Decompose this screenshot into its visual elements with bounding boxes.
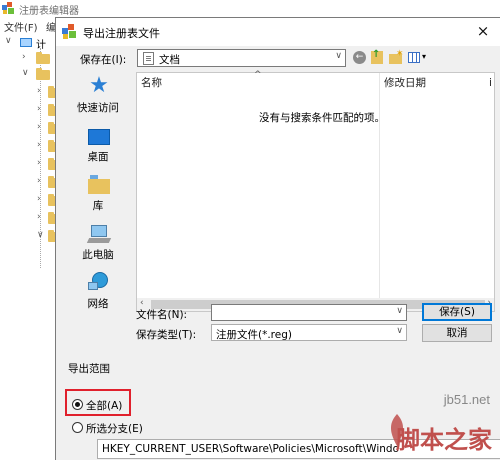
chevron-down-icon: ∨: [335, 51, 342, 61]
sparkle-icon: ✶: [396, 49, 404, 59]
watermark: jb51.net 脚本之家: [384, 392, 496, 456]
place-quick-access[interactable]: ★ 快速访问: [62, 72, 134, 122]
column-type[interactable]: i: [489, 73, 492, 93]
registry-tree: ∨ 计算 › ∨ › › › › › › › › ∨: [0, 34, 62, 460]
network-icon: [88, 272, 110, 292]
regedit-title: 注册表编辑器: [19, 6, 79, 17]
view-menu-button[interactable]: ▾: [407, 49, 429, 67]
place-label: 此电脑: [82, 249, 114, 261]
chevron-right-icon[interactable]: ›: [37, 86, 41, 96]
cancel-button[interactable]: 取消: [422, 324, 492, 342]
tree-node[interactable]: ›: [0, 139, 62, 153]
tree-node[interactable]: ›: [0, 103, 62, 117]
save-button[interactable]: 保存(S): [422, 303, 492, 321]
column-divider: [379, 73, 380, 313]
sort-ascending-icon: ^: [254, 70, 262, 80]
tree-node[interactable]: ›: [0, 157, 62, 171]
radio-button[interactable]: [72, 422, 83, 433]
watermark-url: jb51.net: [443, 392, 490, 407]
file-list[interactable]: 名称 ^ 修改日期 i 没有与搜索条件匹配的项。 ‹ ›: [136, 70, 495, 313]
chevron-right-icon[interactable]: ›: [22, 52, 26, 62]
regedit-menubar: 文件(F) 编: [0, 17, 60, 35]
lookin-value: 文档: [159, 54, 180, 66]
tree-root[interactable]: ∨ 计算: [0, 35, 55, 66]
filename-input[interactable]: ∨: [211, 304, 407, 321]
export-range-title: 导出范围: [68, 363, 110, 375]
place-desktop[interactable]: 桌面: [62, 121, 134, 171]
place-label: 快速访问: [77, 102, 119, 114]
chevron-down-icon[interactable]: ∨: [396, 306, 403, 316]
tree-node[interactable]: ›: [0, 175, 62, 189]
chevron-down-icon[interactable]: ∨: [5, 36, 12, 46]
close-button[interactable]: ×: [472, 20, 494, 42]
tree-node[interactable]: ∨: [0, 67, 55, 81]
column-modified-date[interactable]: 修改日期: [384, 73, 426, 93]
tree-node[interactable]: ∨: [0, 229, 62, 243]
back-arrow-icon: ←: [353, 51, 366, 64]
watermark-text: 脚本之家: [396, 426, 492, 454]
chevron-down-icon[interactable]: ∨: [37, 230, 44, 240]
folder-icon: [36, 52, 50, 64]
folder-icon: [36, 68, 50, 80]
tree-node[interactable]: ›: [0, 211, 62, 225]
chevron-down-icon: ∨: [396, 326, 403, 336]
regedit-app-icon: [2, 2, 14, 14]
library-icon: [88, 175, 110, 194]
place-this-pc[interactable]: 此电脑: [62, 219, 134, 269]
chevron-right-icon[interactable]: ›: [37, 176, 41, 186]
tree-node[interactable]: ›: [0, 193, 62, 207]
places-bar: ★ 快速访问 桌面 库 此电脑 网络: [62, 72, 134, 342]
filetype-value: 注册文件(*.reg): [216, 329, 292, 341]
radio-branch-label: 所选分支(E): [86, 423, 143, 435]
new-folder-button[interactable]: ✶: [388, 49, 404, 67]
chevron-right-icon[interactable]: ›: [37, 212, 41, 222]
document-icon: [143, 52, 154, 65]
place-label: 桌面: [87, 151, 109, 163]
chevron-right-icon[interactable]: ›: [37, 194, 41, 204]
menu-file[interactable]: 文件(F): [4, 19, 38, 34]
empty-message: 没有与搜索条件匹配的项。: [259, 112, 385, 124]
up-folder-button[interactable]: ↑: [370, 49, 384, 67]
filetype-label: 保存类型(T):: [136, 329, 197, 341]
chevron-right-icon[interactable]: ›: [37, 158, 41, 168]
tree-node[interactable]: ›: [0, 121, 62, 135]
up-arrow-icon: ↑: [372, 49, 381, 60]
branch-path-value: HKEY_CURRENT_USER\Software\Policies\Micr…: [102, 443, 399, 455]
chevron-right-icon[interactable]: ›: [37, 140, 41, 150]
computer-icon: [20, 38, 32, 47]
lookin-label: 保存在(I):: [80, 54, 127, 66]
filename-label: 文件名(N):: [136, 309, 188, 321]
tree-node[interactable]: ›: [0, 51, 55, 65]
desktop-icon: [88, 129, 110, 145]
chevron-right-icon[interactable]: ›: [37, 104, 41, 114]
tree-node[interactable]: ›: [0, 85, 62, 99]
regedit-titlebar: 注册表编辑器: [0, 0, 500, 17]
place-library[interactable]: 库: [62, 170, 134, 220]
quick-access-icon: ★: [89, 73, 109, 98]
view-grid-icon: [408, 52, 420, 63]
chevron-right-icon[interactable]: ›: [37, 122, 41, 132]
lookin-dropdown[interactable]: 文档 ∨: [137, 49, 346, 67]
place-network[interactable]: 网络: [62, 268, 134, 318]
dialog-title: 导出注册表文件: [83, 27, 160, 40]
regedit-app-icon: [62, 24, 76, 39]
caret-down-icon: ▾: [422, 52, 427, 61]
radio-button-selected[interactable]: [72, 399, 83, 410]
filetype-dropdown[interactable]: 注册文件(*.reg) ∨: [211, 324, 407, 341]
place-label: 库: [92, 200, 104, 212]
column-name[interactable]: 名称: [141, 73, 162, 93]
radio-all-label: 全部(A): [86, 400, 123, 412]
place-label: 网络: [87, 298, 109, 310]
chevron-down-icon[interactable]: ∨: [22, 68, 29, 78]
this-pc-icon: [86, 225, 112, 245]
dialog-titlebar: 导出注册表文件 ×: [56, 18, 500, 46]
back-button[interactable]: ←: [353, 49, 367, 67]
